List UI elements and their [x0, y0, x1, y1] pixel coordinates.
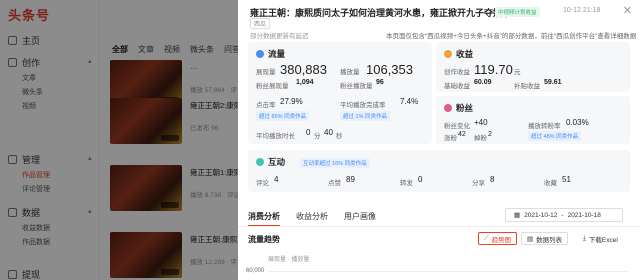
work-data-panel: 雍正王朝：康熙质问太子如何治理黄河水患，雍正掀开九子夺嫡序幕 西瓜 中视频计划收…	[238, 0, 640, 280]
calendar-icon: ▦	[514, 212, 521, 219]
avg-time-sec: 40	[324, 128, 333, 137]
analysis-tabs: 消费分析 收益分析 用户画像	[248, 211, 376, 227]
conv-tag: 超过 48% 同类作品	[528, 131, 582, 141]
base-income-value: 60.09	[474, 79, 492, 86]
bonus-income-label: 补贴收益	[514, 83, 540, 90]
publish-time: 10-12 21:18	[563, 7, 601, 14]
avg-time-label: 平均播放时长	[256, 133, 295, 140]
card-title: 收益	[456, 49, 474, 59]
fans-add-value: 42	[458, 131, 466, 138]
fans-exposure-value: 1,094	[296, 79, 314, 86]
y-axis-tick: 60,000	[246, 268, 265, 274]
avg-time-min: 0	[306, 128, 311, 137]
unit-min: 分	[314, 133, 321, 140]
date-to: 2021-10-18	[567, 211, 601, 219]
ctr-tag: 超过 86% 同类作品	[256, 111, 310, 121]
base-income-label: 基础收益	[444, 83, 470, 90]
comments-label: 评论	[256, 180, 269, 187]
fans-plays-value: 96	[376, 79, 384, 86]
creation-income-value: 119.70	[474, 62, 513, 77]
data-scope-link[interactable]: 本页面仅包含“西瓜视频+今日头条+抖音”的部分数据，前往“西瓜创作平台”查看详细…	[386, 30, 636, 40]
unit-yuan: 元	[514, 69, 521, 76]
fans-drop-value: 2	[488, 131, 492, 138]
reposts-value: 0	[418, 175, 423, 184]
traffic-card: 流量 展现量 380,883 播放量 106,353 粉丝展现量 1,094 粉…	[248, 42, 432, 144]
status-badge: 中视频计划收益	[495, 7, 540, 17]
divider	[238, 226, 640, 227]
chart-legend: 展现量 · 播放量	[268, 257, 310, 263]
card-title: 粉丝	[456, 103, 474, 113]
unit-sec: 秒	[336, 133, 343, 140]
date-separator: -	[561, 211, 564, 219]
trend-chart-button[interactable]: ⟋ 趋势图	[478, 232, 518, 245]
delay-note: 部分数据更新有延迟	[250, 33, 309, 40]
card-title: 互动	[268, 157, 286, 167]
fans-change-label: 粉丝变化	[444, 123, 470, 130]
favorites-value: 51	[562, 175, 571, 184]
likes-label: 点赞	[328, 180, 341, 187]
card-title: 流量	[268, 49, 286, 59]
panel-title: 雍正王朝：康熙质问太子如何治理黄河水患，雍正掀开九子夺嫡序幕	[250, 8, 521, 18]
table-icon: ▤	[527, 235, 534, 243]
tab-income-analysis[interactable]: 收益分析	[296, 211, 328, 227]
date-range-picker[interactable]: ▦ 2021-10-12 - 2021-10-18	[505, 208, 623, 222]
traffic-icon	[256, 50, 264, 58]
download-excel-button[interactable]: ⤓ 下载Excel	[578, 232, 623, 245]
fans-drop-label: 掉粉	[474, 135, 487, 142]
bonus-income-value: 59.61	[544, 79, 562, 86]
fans-icon	[444, 104, 452, 112]
fans-change-value: +40	[474, 118, 488, 127]
line-chart-icon: ⟋	[484, 234, 489, 242]
plays-label: 播放量	[340, 69, 360, 76]
interaction-icon	[256, 158, 264, 166]
close-icon[interactable]: ✕	[623, 4, 632, 17]
tab-consumption[interactable]: 消费分析	[248, 211, 280, 227]
grid-line	[268, 271, 628, 272]
income-icon	[444, 50, 452, 58]
conv-label: 播放转粉率	[528, 123, 561, 130]
fans-card: 粉丝 粉丝变化 +40 播放转粉率 0.03% 涨粉 42 掉粉 2 超过 48…	[436, 96, 630, 144]
interaction-tag: 互动率超过 16% 同类作品	[300, 158, 370, 168]
shares-label: 分享	[472, 180, 485, 187]
reposts-label: 转发	[400, 180, 413, 187]
comments-value: 4	[274, 175, 279, 184]
likes-value: 89	[346, 175, 355, 184]
app-root: 头条号 主页 创作 ▴ 文章 微头条 视频 管理 ▴ 作品管理 评论管理 数据 …	[0, 0, 640, 280]
plays-value: 106,353	[366, 62, 413, 77]
income-card: 收益 创作收益 119.70 元 基础收益 60.09 补贴收益 59.61	[436, 42, 630, 92]
ctr-label: 点击率	[256, 102, 276, 109]
favorites-label: 收藏	[544, 180, 557, 187]
fans-add-label: 涨粉	[444, 135, 457, 142]
exposure-label: 展现量	[256, 69, 276, 76]
fans-plays-label: 粉丝播放量	[340, 83, 373, 90]
fans-exposure-label: 粉丝展现量	[256, 83, 289, 90]
shares-value: 8	[490, 175, 495, 184]
exposure-value: 380,883	[280, 62, 327, 77]
tab-user-profile[interactable]: 用户画像	[344, 211, 376, 227]
creation-income-label: 创作收益	[444, 69, 470, 76]
download-icon: ⤓	[583, 234, 586, 242]
interaction-card: 互动 互动率超过 16% 同类作品 评论 4 点赞 89 转发 0 分享 8 收…	[248, 150, 630, 192]
data-list-button[interactable]: ▤ 数据列表	[521, 232, 569, 245]
completion-value: 7.4%	[400, 97, 419, 106]
source-tag: 西瓜	[250, 18, 271, 29]
section-title: 流量趋势	[248, 235, 280, 244]
date-from: 2021-10-12	[524, 211, 558, 219]
completion-tag: 超过 1% 同类作品	[340, 111, 391, 121]
ctr-value: 27.9%	[280, 97, 303, 106]
completion-label: 平均播放完成率	[340, 102, 386, 109]
conv-value: 0.03%	[566, 118, 589, 127]
